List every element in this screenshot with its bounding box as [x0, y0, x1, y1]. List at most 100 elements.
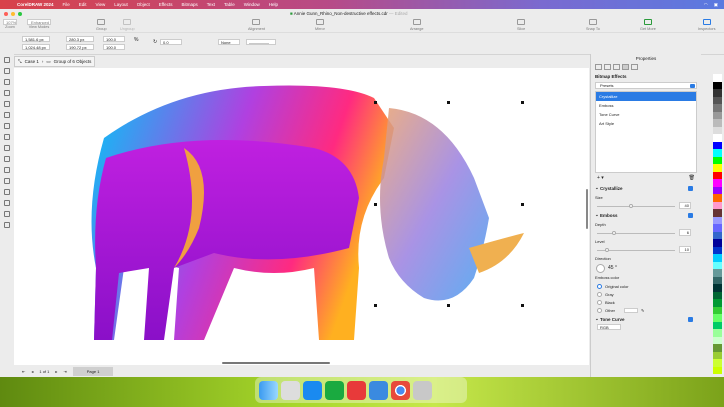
width-field[interactable]: 280.3 px — [66, 36, 94, 42]
palette-swatch[interactable] — [713, 366, 722, 374]
line-style-select[interactable]: ————— — [246, 39, 276, 45]
freehand-tool-icon[interactable] — [4, 101, 10, 107]
menu-object[interactable]: Object — [137, 2, 150, 7]
corel-font-manager-icon[interactable] — [369, 380, 388, 400]
menu-bitmaps[interactable]: Bitmaps — [181, 2, 197, 7]
outline-tab-icon[interactable] — [595, 64, 602, 70]
palette-swatch[interactable] — [713, 171, 722, 179]
palette-swatch[interactable] — [713, 269, 722, 277]
list-item[interactable]: Emboss — [596, 101, 696, 110]
next-page-button[interactable]: ▸ — [55, 369, 57, 374]
menu-app[interactable]: CorelDRAW 2024 — [17, 2, 54, 7]
palette-swatch[interactable] — [713, 299, 722, 307]
shadow-tool-icon[interactable] — [4, 178, 10, 184]
connector-tool-icon[interactable] — [4, 167, 10, 173]
drawing-canvas[interactable] — [14, 68, 589, 365]
ellipse-tool-icon[interactable] — [4, 134, 10, 140]
arrange-button[interactable]: Arrange — [410, 19, 424, 31]
pick-tool-icon[interactable] — [4, 57, 10, 63]
palette-swatch[interactable] — [713, 134, 722, 142]
palette-swatch[interactable] — [713, 231, 722, 239]
smart-fill-tool-icon[interactable] — [4, 222, 10, 228]
palette-swatch[interactable] — [713, 201, 722, 209]
trash-icon[interactable]: 🗑 — [689, 175, 695, 183]
fill-tab-icon[interactable] — [604, 64, 611, 70]
emboss-checkbox[interactable] — [688, 213, 693, 218]
palette-swatch[interactable] — [713, 291, 722, 299]
size-value[interactable]: 40 — [679, 202, 691, 209]
vertical-scrollbar[interactable] — [586, 189, 588, 229]
menu-help[interactable]: Help — [269, 2, 278, 7]
palette-swatch[interactable] — [713, 351, 722, 359]
x-position-field[interactable]: 1,581.6 px — [22, 36, 50, 42]
palette-swatch[interactable] — [713, 104, 722, 112]
menu-edit[interactable]: Edit — [79, 2, 87, 7]
prev-page-button[interactable]: ◂ — [31, 369, 33, 374]
inspectors-button[interactable]: Inspectors — [698, 19, 716, 31]
palette-swatch[interactable] — [713, 314, 722, 322]
slider-knob[interactable] — [604, 248, 609, 252]
crop-tool-icon[interactable] — [4, 79, 10, 85]
fill-tool-icon[interactable] — [4, 211, 10, 217]
palette-swatch[interactable] — [713, 156, 722, 164]
radio-gray[interactable]: Gray — [591, 290, 701, 298]
control-center-icon[interactable]: ▣ — [714, 2, 718, 8]
palette-swatch[interactable] — [713, 119, 722, 127]
text-tool-icon[interactable] — [4, 156, 10, 162]
launchpad-icon[interactable] — [281, 380, 300, 400]
minimize-window-button[interactable] — [11, 11, 15, 16]
palette-swatch[interactable] — [713, 276, 722, 284]
palette-swatch[interactable] — [713, 89, 722, 97]
depth-slider[interactable]: 6 — [595, 229, 697, 237]
radio-other[interactable]: Other ✎ — [591, 306, 701, 314]
list-item[interactable]: Tone Curve — [596, 110, 696, 119]
palette-swatch[interactable] — [713, 216, 722, 224]
direction-dial[interactable] — [596, 263, 605, 273]
presets-select[interactable]: Presets — [595, 82, 697, 89]
menu-window[interactable]: Window — [244, 2, 260, 7]
transparency-tool-icon[interactable] — [4, 189, 10, 195]
breadcrumb-layer[interactable]: Case 1 — [25, 59, 39, 64]
last-page-button[interactable]: ⇥ — [63, 369, 66, 374]
wifi-icon[interactable]: ◠ — [704, 2, 708, 8]
shape-tool-icon[interactable] — [4, 68, 10, 74]
scale-y-field[interactable]: 100.0 — [103, 44, 125, 50]
palette-swatch[interactable] — [713, 224, 722, 232]
effects-tab-icon[interactable] — [622, 64, 629, 70]
add-effect-button[interactable]: + ▾ — [597, 175, 604, 183]
angle-field[interactable]: 0.0 — [160, 39, 182, 45]
palette-swatch[interactable] — [713, 239, 722, 247]
palette-swatch[interactable] — [713, 179, 722, 187]
menu-text[interactable]: Text — [207, 2, 215, 7]
depth-value[interactable]: 6 — [679, 229, 691, 236]
palette-swatch[interactable] — [713, 336, 722, 344]
radio-black[interactable]: Black — [591, 298, 701, 306]
transparency-tab-icon[interactable] — [613, 64, 620, 70]
palette-swatch[interactable] — [713, 306, 722, 314]
palette-swatch[interactable] — [713, 321, 722, 329]
list-item[interactable]: Art Style — [596, 119, 696, 128]
emboss-header[interactable]: ⌄ Emboss — [591, 210, 701, 220]
eyedropper-tool-icon[interactable] — [4, 200, 10, 206]
palette-swatch[interactable] — [713, 149, 722, 157]
finder-icon[interactable] — [259, 380, 278, 400]
palette-swatch[interactable] — [713, 284, 722, 292]
outline-select[interactable]: None — [218, 39, 240, 45]
slice-button[interactable]: Slice — [517, 19, 525, 31]
page-tab[interactable]: Page 1 — [72, 366, 114, 376]
slider-knob[interactable] — [628, 204, 633, 208]
alignment-button[interactable]: Alignment — [248, 19, 265, 31]
close-window-button[interactable] — [4, 11, 8, 16]
coreldraw-icon[interactable] — [325, 380, 344, 400]
size-slider[interactable]: 40 — [595, 202, 697, 210]
direction-value[interactable]: 45 ° — [608, 265, 617, 271]
crystallize-checkbox[interactable] — [688, 186, 693, 191]
get-more-button[interactable]: Get More — [640, 19, 656, 31]
palette-swatch[interactable] — [713, 81, 722, 89]
palette-swatch[interactable] — [713, 194, 722, 202]
palette-swatch[interactable] — [713, 359, 722, 367]
polygon-tool-icon[interactable] — [4, 145, 10, 151]
height-field[interactable]: 190.72 px — [66, 44, 94, 50]
color-palette[interactable] — [713, 74, 722, 374]
palette-swatch[interactable] — [713, 96, 722, 104]
